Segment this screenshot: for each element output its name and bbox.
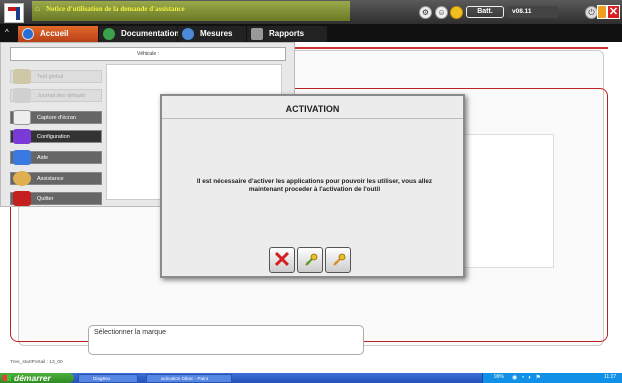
dialog-divider bbox=[162, 118, 463, 119]
chevron-up-icon[interactable]: ^ bbox=[5, 28, 9, 37]
dialog-message: Il est nécessaire d'activer les applicat… bbox=[196, 178, 433, 193]
tab-label: Accueil bbox=[40, 29, 69, 38]
configuration-icon bbox=[13, 129, 31, 144]
red-cross-icon: ✕ bbox=[272, 247, 292, 272]
menu-item-configuration[interactable]: Configuration bbox=[10, 129, 102, 144]
test-icon bbox=[13, 69, 31, 84]
start-button[interactable]: démarrer bbox=[0, 373, 74, 383]
report-icon bbox=[251, 28, 263, 40]
menu-item-quitter[interactable]: Quitter bbox=[10, 191, 102, 206]
tab-mesures[interactable]: Mesures bbox=[178, 26, 246, 42]
tab-label: Documentation bbox=[121, 29, 180, 38]
exit-icon bbox=[13, 191, 31, 206]
menu-item-label: Assistance bbox=[37, 176, 64, 182]
dialog-title: ACTIVATION bbox=[285, 104, 340, 114]
close-button[interactable]: ✕ bbox=[607, 5, 620, 19]
tab-label: Rapports bbox=[269, 29, 305, 38]
status-text: Tree_startPortail : 13_00 bbox=[10, 360, 63, 365]
window-title: ⌂ Notice d'utilisation de la demande d'a… bbox=[32, 1, 350, 21]
app-window: ⌂ Notice d'utilisation de la demande d'a… bbox=[0, 0, 622, 383]
background-panel bbox=[460, 134, 554, 268]
key-icon bbox=[305, 253, 318, 266]
menu-item-journal-defauts[interactable]: Journal des défauts bbox=[10, 88, 102, 103]
battery-percent: 99% bbox=[494, 374, 505, 380]
menu-item-assistance[interactable]: Assistance bbox=[10, 171, 102, 186]
taskbar-item-paint[interactable]: activation Diboc - Paint bbox=[146, 374, 232, 383]
menu-item-label: Capture d'écran bbox=[37, 115, 76, 121]
taskbar-item-diagbox[interactable]: DiagBox bbox=[78, 374, 138, 383]
menu-item-label: Test global bbox=[37, 74, 64, 80]
windows-flag-icon bbox=[3, 375, 11, 381]
brand-selector-label: Sélectionner la marque bbox=[94, 329, 166, 336]
tv-icon: ⌂ bbox=[35, 4, 40, 13]
tab-accueil[interactable]: Accueil bbox=[18, 26, 98, 42]
menu-item-label: Journal des défauts bbox=[37, 93, 86, 99]
activate-key-button-2[interactable] bbox=[325, 247, 351, 273]
menu-item-label: Quitter bbox=[37, 196, 54, 202]
sun-icon[interactable] bbox=[450, 6, 463, 19]
menu-item-label: Aide bbox=[37, 155, 49, 161]
version-label: v08.11 bbox=[508, 6, 558, 18]
activate-key-button[interactable] bbox=[297, 247, 323, 273]
clock: 11:27 bbox=[604, 374, 617, 380]
menu-item-label: Configuration bbox=[37, 134, 70, 140]
document-icon bbox=[103, 28, 115, 40]
menu-item-test-global[interactable]: Test global bbox=[10, 69, 102, 84]
globe-icon bbox=[22, 28, 34, 40]
tab-documentation[interactable]: Documentation bbox=[99, 26, 180, 42]
wave-icon bbox=[182, 28, 194, 40]
tab-label: Mesures bbox=[200, 29, 233, 38]
tray-icons[interactable]: ◉ ◔ ◐ ⚑ bbox=[512, 374, 542, 381]
vehicle-field[interactable]: Véhicule : bbox=[10, 47, 286, 61]
activation-dialog: ACTIVATION Il est nécessaire d'activer l… bbox=[160, 94, 465, 278]
screen-capture-icon bbox=[13, 110, 31, 125]
user-icon[interactable]: ☺ bbox=[435, 6, 448, 19]
settings-icon[interactable]: ⚙ bbox=[419, 6, 432, 19]
menu-item-capture-ecran[interactable]: Capture d'écran bbox=[10, 110, 102, 125]
app-logo bbox=[4, 3, 24, 23]
help-icon bbox=[13, 150, 31, 165]
assistance-icon bbox=[13, 171, 31, 186]
minimize-button[interactable] bbox=[597, 5, 607, 19]
journal-icon bbox=[13, 88, 31, 103]
battery-indicator: Batt. bbox=[466, 6, 504, 18]
key-icon bbox=[333, 253, 346, 266]
cancel-button[interactable]: ✕ bbox=[269, 247, 295, 273]
tab-rapports[interactable]: Rapports bbox=[247, 26, 327, 42]
window-title-text: Notice d'utilisation de la demande d'ass… bbox=[46, 5, 185, 13]
accent-divider bbox=[295, 47, 608, 49]
menu-item-aide[interactable]: Aide bbox=[10, 150, 102, 165]
